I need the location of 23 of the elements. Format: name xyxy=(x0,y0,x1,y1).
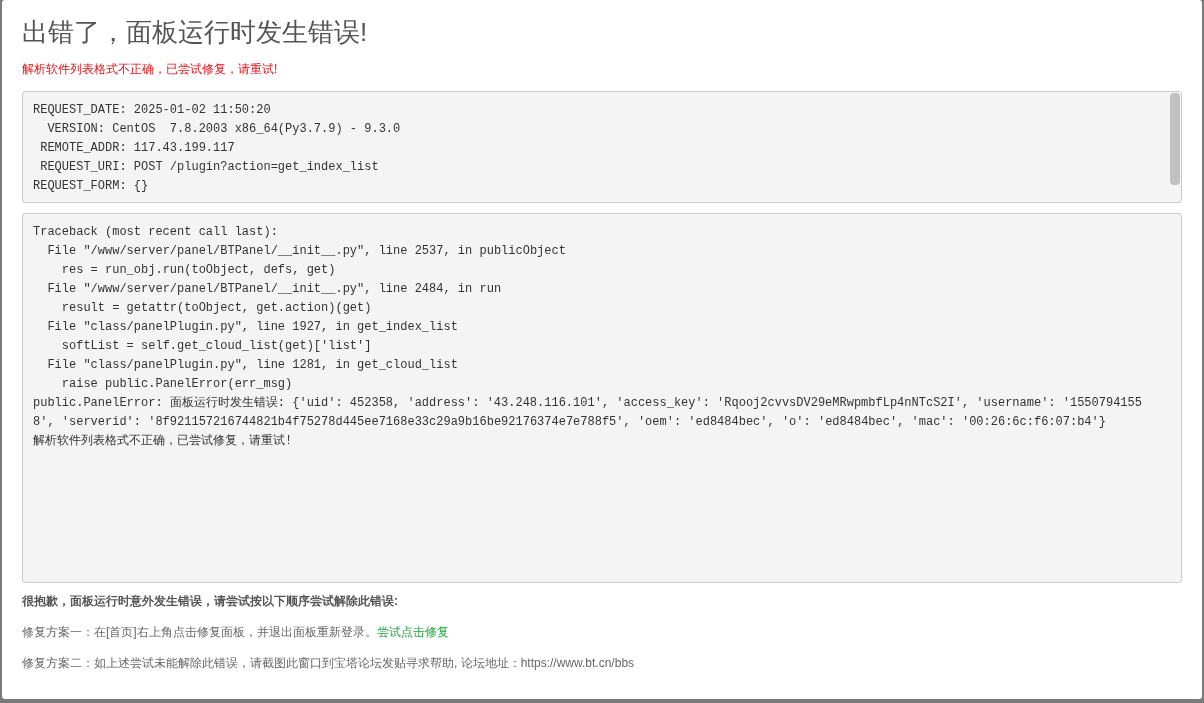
error-message: 解析软件列表格式不正确，已尝试修复，请重试! xyxy=(22,61,278,77)
fix-instruction: 修复方案一：在[首页]右上角点击修复面板，并退出面板重新登录。 xyxy=(22,624,377,640)
traceback-line: File "class/panelPlugin.py", line 1281, in get_cloud_list xyxy=(46,357,459,374)
request-info-line: REMOTE_ADDR: 117.43.199.117 xyxy=(39,140,235,157)
request-info-line: REQUEST_FORM: {} xyxy=(33,178,149,195)
apology-text: 很抱歉，面板运行时意外发生错误，请尝试按以下顺序尝试解除此错误: xyxy=(22,593,398,609)
request-info-line: REQUEST_URI: POST /plugin?action=get_index_list xyxy=(39,159,379,176)
traceback-line: raise public.PanelError(err_msg) xyxy=(60,376,294,393)
traceback-line: 解析软件列表格式不正确，已尝试修复，请重试! xyxy=(33,433,294,450)
traceback-line: public.PanelError: 面板运行时发生错误: {'uid': 452358, 'address': '43.248.116.101', 'access_key': 'Rqooj2cvvsDV29eMRwpmbfLp4nNTcS2I', 'username': '15507941558', 'serverid': '8f921157216744821b4f75278d445ee7168e33c29a9b16be92176374e7e788f5', 'oem': 'ed8484bec', 'o': 'ed8484bec', 'mac': '00:26:6c:f6:07:b4'} xyxy=(33,395,1143,431)
traceback-line: File "/www/server/panel/BTPanel/__init__.py", line 2537, in publicObject xyxy=(46,243,567,260)
repair-link[interactable]: 尝试点击修复 xyxy=(376,624,449,640)
traceback-line: res = run_obj.run(toObject, defs, get) xyxy=(60,262,337,279)
traceback-line: Traceback (most recent call last): xyxy=(33,224,279,241)
traceback-line: File "class/panelPlugin.py", line 1927, in get_index_list xyxy=(46,319,459,336)
traceback-line: File "/www/server/panel/BTPanel/__init__.py", line 2484, in run xyxy=(46,281,503,298)
scrollbar-thumb[interactable] xyxy=(1170,93,1180,185)
request-info-line: VERSION: CentOS 7.8.2003 x86_64(Py3.7.9) - 9.3.0 xyxy=(46,121,401,138)
dialog-title: 出错了，面板运行时发生错误! xyxy=(22,16,368,49)
traceback-line: softList = self.get_cloud_list(get)['list'] xyxy=(60,338,373,355)
fix-instruction: 修复方案二：如上述尝试未能解除此错误，请截图此窗口到宝塔论坛发贴寻求帮助, 论坛地址：https://www.bt.cn/bbs xyxy=(22,655,635,671)
request-info-line: REQUEST_DATE: 2025-01-02 11:50:20 xyxy=(33,102,271,119)
traceback-line: result = getattr(toObject, get.action)(get) xyxy=(60,300,373,317)
